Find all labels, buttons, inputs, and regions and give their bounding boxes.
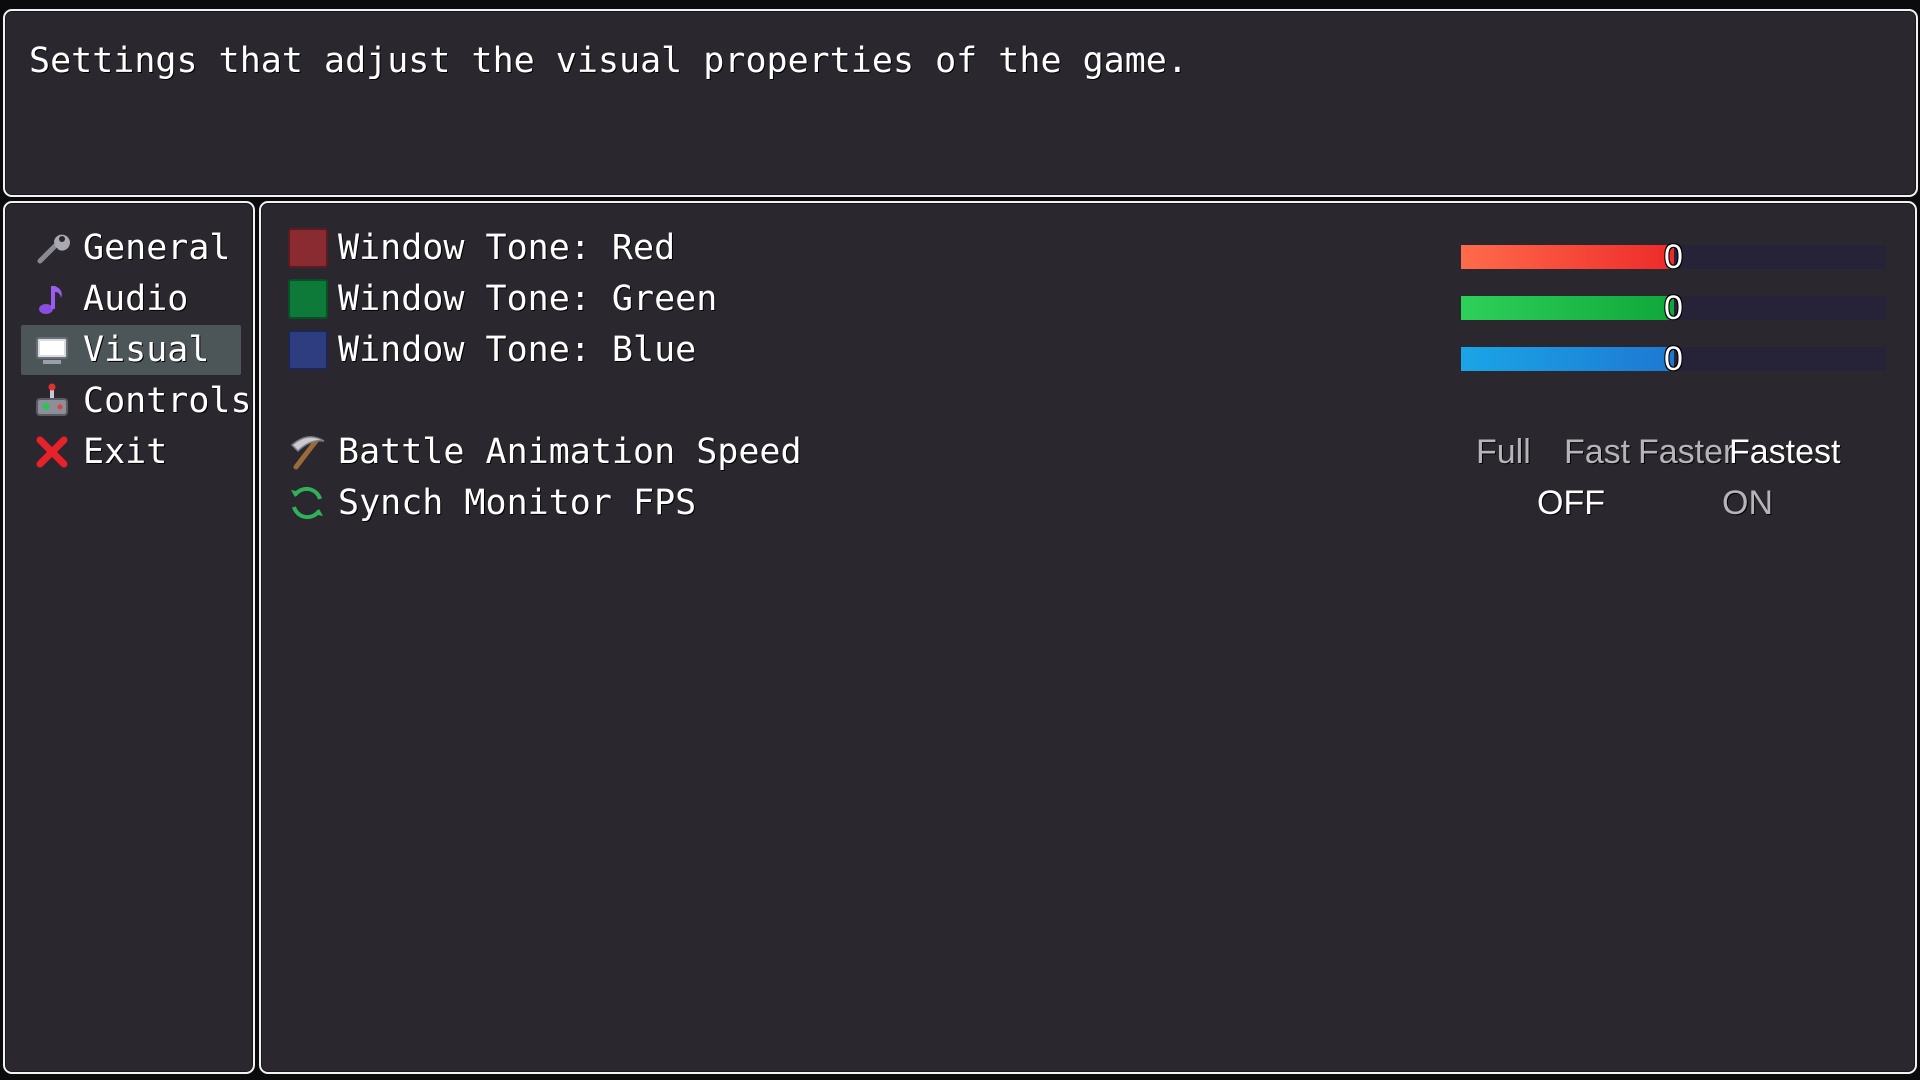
choice-on[interactable]: ON (1722, 478, 1773, 528)
choice-faster[interactable]: Faster (1638, 427, 1734, 477)
monitor-icon (36, 337, 68, 364)
option-label: Window Tone: Blue (338, 330, 697, 370)
red-gauge[interactable]: 0 (1461, 240, 1886, 274)
green-gauge[interactable]: 0 (1461, 291, 1886, 325)
choice-off[interactable]: OFF (1537, 478, 1605, 528)
option-label: Synch Monitor FPS (338, 483, 697, 523)
blue-swatch-icon (288, 330, 328, 370)
pickaxe-icon (290, 436, 325, 470)
option-synch-monitor-fps[interactable]: Synch Monitor FPS OFF ON (281, 478, 1901, 528)
option-battle-animation-speed[interactable]: Battle Animation Speed Full Fast Faster … (281, 427, 1901, 477)
gauge-fill (1461, 347, 1674, 371)
gauge-value: 0 (1664, 340, 1683, 378)
category-exit[interactable]: Exit (21, 427, 241, 477)
option-label: Window Tone: Red (338, 228, 676, 268)
option-label: Battle Animation Speed (338, 432, 802, 472)
gauge-value: 0 (1664, 238, 1683, 276)
music-note-icon (39, 286, 62, 314)
category-visual[interactable]: Visual (21, 325, 241, 375)
category-audio[interactable]: Audio (21, 274, 241, 324)
help-text: Settings that adjust the visual properti… (29, 41, 1188, 81)
option-window-tone-blue[interactable]: Window Tone: Blue 0 (281, 325, 1901, 376)
category-label: Audio (83, 279, 189, 319)
option-window-tone-red[interactable]: Window Tone: Red 0 (281, 223, 1901, 274)
category-label: General (83, 228, 231, 268)
category-label: Visual (83, 330, 210, 370)
refresh-icon (291, 486, 323, 520)
wrench-icon (37, 234, 70, 264)
category-label: Exit (83, 432, 168, 472)
choice-fastest[interactable]: Fastest (1729, 427, 1840, 477)
choice-full[interactable]: Full (1476, 427, 1531, 477)
green-swatch-icon (288, 279, 328, 319)
category-label: Controls (83, 381, 252, 421)
options-list: Window Tone: Red 0 Window Tone: Green 0 … (259, 201, 1917, 1074)
gauge-fill (1461, 245, 1674, 269)
help-window: Settings that adjust the visual properti… (3, 9, 1918, 197)
option-label: Window Tone: Green (338, 279, 718, 319)
blue-gauge[interactable]: 0 (1461, 342, 1886, 376)
gauge-fill (1461, 296, 1674, 320)
category-general[interactable]: General (21, 223, 241, 273)
category-menu: General Audio Visual Controls Exit (3, 201, 255, 1074)
choice-fast[interactable]: Fast (1564, 427, 1630, 477)
category-controls[interactable]: Controls (21, 376, 252, 426)
red-swatch-icon (288, 228, 328, 268)
option-window-tone-green[interactable]: Window Tone: Green 0 (281, 274, 1901, 325)
gamepad-icon (36, 383, 68, 416)
red-x-icon (36, 436, 68, 468)
gauge-value: 0 (1664, 289, 1683, 327)
